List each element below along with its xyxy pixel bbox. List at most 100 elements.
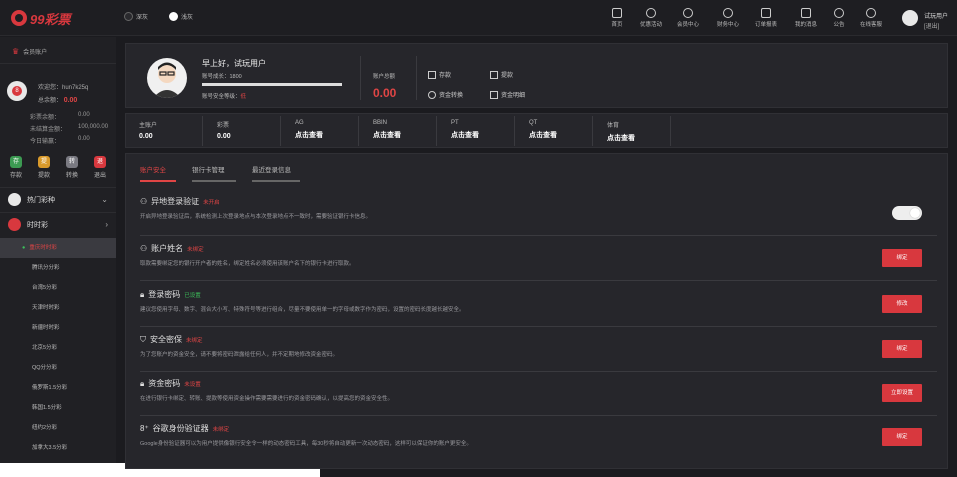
- balance-view-link[interactable]: 点击查看: [295, 130, 358, 140]
- avatar: [902, 10, 918, 26]
- menu-hot-games[interactable]: 热门彩种 ⌄: [8, 193, 108, 206]
- sub-item[interactable]: 新疆时时彩: [0, 318, 116, 338]
- sub-item[interactable]: 台湾5分彩: [0, 278, 116, 298]
- home-icon: [612, 8, 622, 18]
- sidebar-header: ♛ 会员账户: [12, 47, 47, 56]
- tab-bank-cards[interactable]: 银行卡管理: [192, 164, 236, 182]
- status-badge: 未开启: [203, 199, 220, 206]
- bell-icon: [834, 8, 844, 18]
- nav-promotions[interactable]: 优惠活动: [633, 8, 669, 28]
- sub-item-cqssc[interactable]: ● 重庆时时彩: [0, 238, 116, 258]
- nav-messages[interactable]: 我的消息: [788, 8, 824, 28]
- theme-light-option[interactable]: 浅灰: [169, 12, 193, 21]
- balance-ag[interactable]: AG 点击查看: [281, 116, 359, 146]
- nav-online-service[interactable]: 在线客服: [853, 8, 889, 28]
- action-label: 存款: [439, 73, 452, 79]
- quick-label: 转换: [65, 173, 78, 179]
- balance-view-link[interactable]: 点击查看: [451, 130, 514, 140]
- deposit-link[interactable]: 存款: [428, 70, 451, 79]
- theme-dark-option[interactable]: 深灰: [124, 12, 148, 21]
- balance-qt[interactable]: QT 点击查看: [515, 116, 593, 146]
- bind-security-question-button[interactable]: 绑定: [882, 340, 922, 358]
- security-label: 账号安全等级：: [202, 94, 241, 100]
- row-title-text: 登录密码: [148, 290, 181, 299]
- quick-deposit[interactable]: 存存款: [2, 156, 30, 179]
- balance-view-link[interactable]: 点击查看: [373, 130, 436, 140]
- logout-link[interactable]: [退出]: [924, 21, 939, 30]
- withdraw-icon: 提: [38, 156, 50, 168]
- quick-logout[interactable]: 退退出: [86, 156, 114, 179]
- nav-home[interactable]: 首页: [599, 8, 635, 28]
- tab-login-history[interactable]: 最近登录信息: [252, 164, 300, 182]
- balance-lottery: 彩票 0.00: [203, 116, 281, 146]
- sub-item[interactable]: 腾讯分分彩: [0, 258, 116, 278]
- lottery-ball-icon: 8: [7, 81, 27, 101]
- remote-login-toggle[interactable]: [892, 206, 922, 220]
- nav-label: 在线客服: [859, 22, 882, 28]
- transfer-icon: [428, 90, 436, 99]
- transfer-link[interactable]: 资金转换: [428, 90, 463, 99]
- sub-item[interactable]: QQ分分彩: [0, 358, 116, 378]
- sub-item[interactable]: 北京5分彩: [0, 338, 116, 358]
- headset-icon: [866, 8, 876, 18]
- stat-value: 100,000.00: [78, 124, 109, 130]
- quick-transfer[interactable]: 转转换: [58, 156, 86, 179]
- transfer-icon: 转: [66, 156, 78, 168]
- balance-cell-label: AG: [295, 120, 304, 126]
- balance-sports[interactable]: 体育 点击查看: [593, 116, 671, 146]
- user-icon: [683, 8, 693, 18]
- chevron-down-icon: ⌄: [101, 195, 108, 204]
- sub-item[interactable]: 俄罗斯1.5分彩: [0, 378, 116, 398]
- row-title: 🔒︎ 资金密码 未设置: [140, 378, 937, 389]
- sub-item[interactable]: 天津时时彩: [0, 298, 116, 318]
- divider: [0, 212, 116, 213]
- row-title-text: 谷歌身份验证器: [152, 424, 209, 433]
- sidebar-title: 会员账户: [23, 50, 48, 56]
- sub-item[interactable]: 纽约2分彩: [0, 418, 116, 438]
- deposit-icon: [428, 70, 436, 79]
- row-desc: 为了您账户的资金安全，请不要将密码泄露给任何人，并不定期地修改资金密码。: [140, 352, 339, 358]
- nav-order-report[interactable]: 订单报表: [748, 8, 784, 28]
- user-avatar-icon: [153, 62, 181, 98]
- total-assets-label: 总余额：: [38, 98, 63, 104]
- action-label: 提款: [501, 73, 514, 79]
- bind-name-button[interactable]: 绑定: [882, 249, 922, 267]
- nav-finance-center[interactable]: 财务中心: [710, 8, 746, 28]
- stat-row: 彩票余额： 0.00: [30, 112, 112, 121]
- sub-item[interactable]: 韩国1.5分彩: [0, 398, 116, 418]
- sub-item[interactable]: 加拿大3.5分彩: [0, 438, 116, 458]
- nav-member-center[interactable]: 会员中心: [670, 8, 706, 28]
- tab-account-security[interactable]: 账户安全: [140, 164, 176, 182]
- balance-label: 账户总额: [373, 74, 396, 80]
- menu-ssc[interactable]: 时时彩 ›: [8, 218, 108, 231]
- nav-announcements[interactable]: 公告: [821, 8, 857, 28]
- balance-bbin[interactable]: BBIN 点击查看: [359, 116, 437, 146]
- set-fund-password-button[interactable]: 立即设置: [882, 384, 922, 402]
- growth-progress: [202, 83, 342, 86]
- user-menu[interactable]: 试玩用户 [退出]: [898, 8, 956, 32]
- balance-view-link[interactable]: 点击查看: [529, 130, 592, 140]
- bind-google-auth-button[interactable]: 绑定: [882, 428, 922, 446]
- details-link[interactable]: 资金明细: [490, 90, 525, 99]
- quick-withdraw[interactable]: 提提款: [30, 156, 58, 179]
- site-logo[interactable]: 99彩票: [10, 6, 80, 30]
- radio-checked-icon[interactable]: [169, 12, 178, 21]
- balance-pt[interactable]: PT 点击查看: [437, 116, 515, 146]
- wallet-icon: [723, 8, 733, 18]
- ssc-icon: [8, 218, 21, 231]
- row-title-text: 资金密码: [148, 379, 181, 388]
- radio-icon[interactable]: [124, 12, 133, 21]
- points-label: 账号成长：1800: [202, 74, 242, 80]
- total-assets-value: 0.00: [63, 97, 78, 104]
- divider: [360, 56, 361, 100]
- balance-view-link[interactable]: 点击查看: [607, 133, 670, 143]
- balance-cell-label: PT: [451, 120, 459, 126]
- row-title-text: 异地登录验证: [151, 197, 200, 206]
- security-row-login-password: 🔒︎ 登录密码 已设置 建议您使用字母、数字、混合大小写、特殊符号等进行组合，尽量不…: [140, 289, 937, 327]
- row-title: ⚇ 异地登录验证 未开启: [140, 196, 937, 207]
- withdraw-link[interactable]: 提款: [490, 70, 513, 79]
- top-bar: 99彩票 深灰 浅灰 首页 优惠活动 会员中心 财务中心 订单报表 我的消息 公…: [0, 0, 957, 36]
- change-password-button[interactable]: 修改: [882, 295, 922, 313]
- theme-dark-label: 深灰: [136, 15, 149, 21]
- balance-cell-label: 主账户: [139, 123, 158, 129]
